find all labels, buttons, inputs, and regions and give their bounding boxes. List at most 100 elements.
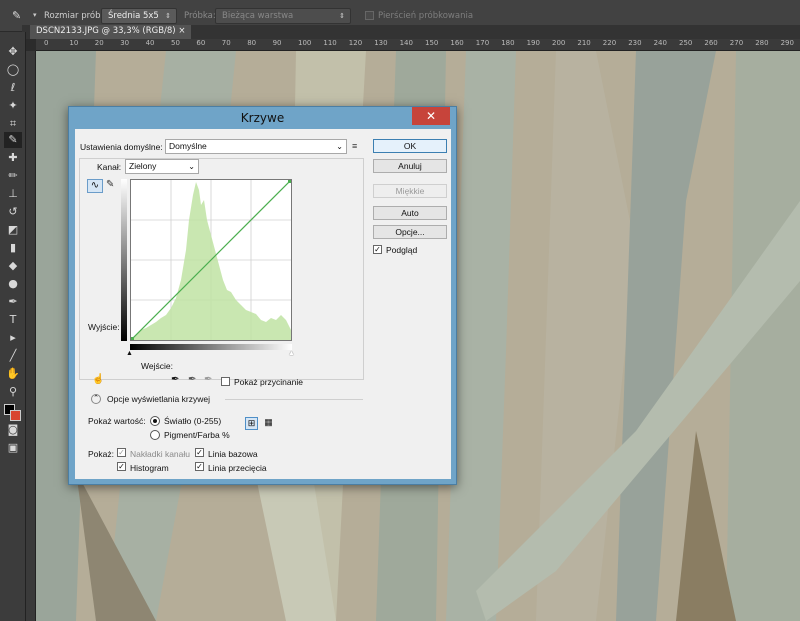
grid-small-icon[interactable]: ⊞: [245, 417, 258, 430]
ruler-tick: 30: [120, 39, 130, 47]
preset-label: Ustawienia domyślne:: [80, 142, 163, 152]
display-options-label: Opcje wyświetlania krzywej: [107, 394, 210, 404]
cancel-button[interactable]: Anuluj: [373, 159, 447, 173]
chevron-updown-icon: ⇕: [339, 12, 345, 20]
display-options-divider: [225, 399, 363, 400]
pen-tool-icon[interactable]: ✒: [4, 294, 22, 310]
ring-label: Pierścień próbkowania: [378, 11, 474, 21]
line-tool-icon[interactable]: ╱: [4, 348, 22, 364]
ring-checkbox[interactable]: [365, 11, 374, 20]
blur-tool-icon[interactable]: ◆: [4, 258, 22, 274]
auto-button[interactable]: Auto: [373, 206, 447, 220]
black-point-slider[interactable]: ▲: [126, 350, 133, 357]
preset-value: Domyślne: [169, 141, 207, 151]
lasso-tool-icon[interactable]: ℓ: [4, 80, 22, 96]
sample-value: Bieżąca warstwa: [222, 11, 294, 21]
ruler-tick: 250: [679, 39, 693, 47]
expand-options-icon[interactable]: ⌃: [91, 394, 101, 404]
screen-mode-icon[interactable]: ▣: [4, 440, 22, 456]
ruler-tick: 120: [348, 39, 363, 47]
ruler-tick: 40: [145, 39, 155, 47]
ruler-tick: 100: [298, 39, 312, 47]
preset-options-icon[interactable]: ≡: [352, 141, 357, 151]
grid-large-icon[interactable]: ▦: [262, 417, 275, 430]
tool-preset-caret-icon[interactable]: ▾: [33, 11, 37, 19]
move-tool-icon[interactable]: ✥: [4, 44, 22, 60]
white-point-slider[interactable]: ▲: [288, 350, 295, 357]
dodge-tool-icon[interactable]: ●: [4, 276, 22, 292]
zoom-tool-icon[interactable]: ⚲: [4, 384, 22, 400]
sample-size-select[interactable]: Średnia 5x5 ⇕: [101, 8, 177, 24]
stamp-tool-icon[interactable]: ⊥: [4, 186, 22, 202]
curves-dialog: Krzywe ✕ Ustawienia domyślne: Domyślne ⌄ …: [68, 106, 457, 485]
channel-overlays-checkbox[interactable]: [117, 448, 126, 457]
horizontal-ruler: 0 10 20 30 40 50 60 70 80 90 100 110 120 130 140 150 160…: [36, 39, 800, 51]
channel-label: Kanał:: [95, 162, 124, 172]
show-clipping-checkbox[interactable]: [221, 377, 230, 386]
eraser-tool-icon[interactable]: ◩: [4, 222, 22, 238]
sample-label: Próbka:: [184, 11, 216, 21]
baseline-checkbox[interactable]: [195, 448, 204, 457]
channel-select[interactable]: Zielony ⌄: [125, 159, 199, 174]
ruler-tick: 50: [171, 39, 180, 47]
ruler-tick: 160: [450, 39, 464, 47]
crop-tool-icon[interactable]: ⌗: [4, 116, 22, 132]
preset-select[interactable]: Domyślne ⌄: [165, 139, 347, 154]
healing-tool-icon[interactable]: ✚: [4, 150, 22, 166]
input-gradient: [130, 344, 292, 350]
ok-button[interactable]: OK: [373, 139, 447, 153]
black-eyedropper-icon[interactable]: ✒: [171, 374, 179, 385]
ruler-tick: 230: [628, 39, 642, 47]
chevron-down-icon: ⌄: [336, 142, 343, 151]
ruler-tick: 110: [323, 39, 337, 47]
quick-mask-icon[interactable]: ◙: [4, 422, 22, 438]
close-button[interactable]: ✕: [412, 107, 450, 125]
show-amount-label: Pokaż wartość:: [88, 416, 146, 426]
ruler-tick: 180: [501, 39, 515, 47]
preview-checkbox[interactable]: [373, 245, 382, 254]
tools-panel: ✥ ◯ ℓ ✦ ⌗ ✎ ✚ ✏ ⊥ ↺ ◩ ▮ ◆ ● ✒ T ▸ ╱ ✋ ⚲ …: [0, 32, 26, 621]
pencil-tool-icon[interactable]: ✎: [106, 179, 114, 190]
ruler-tick: 240: [653, 39, 667, 47]
options-button[interactable]: Opcje...: [373, 225, 447, 239]
brush-tool-icon[interactable]: ✏: [4, 168, 22, 184]
ruler-tick: 130: [374, 39, 388, 47]
curve-endpoint-bottom: [131, 337, 134, 340]
curve-svg: [130, 179, 292, 341]
gradient-tool-icon[interactable]: ▮: [4, 240, 22, 256]
path-select-tool-icon[interactable]: ▸: [4, 330, 22, 346]
hand-tool-icon[interactable]: ✋: [4, 366, 22, 382]
eyedropper-tool-icon[interactable]: ✎: [4, 132, 22, 148]
intersection-checkbox[interactable]: [195, 462, 204, 471]
curve-graph[interactable]: [130, 179, 292, 341]
light-radio[interactable]: [150, 416, 160, 426]
background-color-swatch[interactable]: [10, 410, 21, 421]
target-adjust-icon[interactable]: ☝: [92, 374, 104, 385]
sample-select[interactable]: Bieżąca warstwa ⇕: [215, 8, 351, 24]
white-eyedropper-icon[interactable]: ✒: [204, 374, 212, 385]
document-tab[interactable]: DSCN2133.JPG @ 33,3% (RGB/8) ×: [30, 25, 192, 39]
document-title: DSCN2133.JPG @ 33,3% (RGB/8): [36, 26, 176, 36]
history-brush-tool-icon[interactable]: ↺: [4, 204, 22, 220]
document-tab-bar: DSCN2133.JPG @ 33,3% (RGB/8) ×: [22, 25, 800, 39]
pigment-radio[interactable]: [150, 430, 160, 440]
histogram-checkbox[interactable]: [117, 462, 126, 471]
ruler-tick: 140: [399, 39, 413, 47]
intersection-label: Linia przecięcia: [208, 463, 267, 473]
light-label: Światło (0-255): [164, 416, 222, 426]
ruler-tick: 270: [729, 39, 744, 47]
eyedropper-tool-icon[interactable]: ✎: [12, 9, 21, 22]
ruler-tick: 150: [425, 39, 439, 47]
ruler-tick: 60: [196, 39, 206, 47]
ruler-tick: 80: [247, 39, 257, 47]
curve-point-tool-icon[interactable]: ∿: [87, 179, 103, 193]
close-icon[interactable]: ×: [178, 26, 185, 36]
ruler-tick: 290: [780, 39, 794, 47]
smooth-button[interactable]: Miękkie: [373, 184, 447, 198]
ruler-tick: 70: [221, 39, 231, 47]
marquee-tool-icon[interactable]: ◯: [4, 62, 22, 78]
magic-wand-tool-icon[interactable]: ✦: [4, 98, 22, 114]
gray-eyedropper-icon[interactable]: ✒: [188, 374, 196, 385]
chevron-down-icon: ⌄: [188, 162, 195, 171]
type-tool-icon[interactable]: T: [4, 312, 22, 328]
